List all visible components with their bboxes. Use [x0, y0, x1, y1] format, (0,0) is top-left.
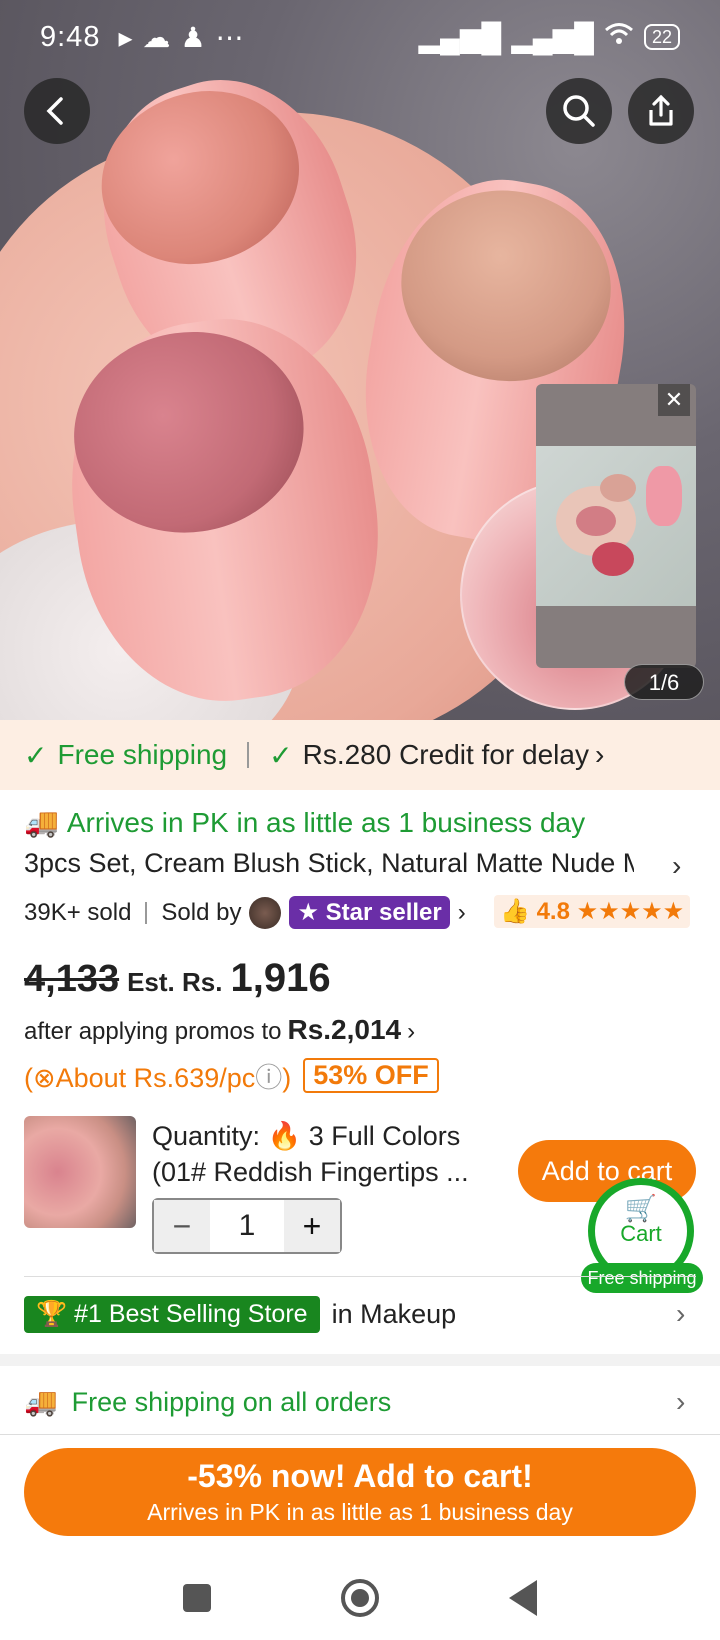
divider — [24, 1276, 696, 1277]
rating-badge[interactable]: 👍 4.8 ★★★★★ — [494, 895, 691, 928]
chevron-right-icon[interactable]: › — [672, 850, 681, 882]
free-shipping-all-text: Free shipping on all orders — [71, 1386, 392, 1417]
piece-icon: ⊗ — [33, 1063, 56, 1093]
variant-detail: (01# Reddish Fingertips ... — [152, 1157, 469, 1187]
variant-thumbnail[interactable] — [24, 1116, 136, 1228]
check-icon: ✓ — [24, 739, 48, 771]
per-piece-row: (⊗About Rs.639/pcⓘ) 53% OFF — [24, 1056, 696, 1095]
divider — [145, 901, 148, 924]
arrival-text: Arrives in PK in as little as 1 business… — [66, 806, 586, 838]
discount-badge: 53% OFF — [303, 1058, 439, 1093]
promo-text: after applying promos to — [24, 1018, 282, 1045]
cart-label: Cart — [620, 1221, 662, 1246]
cta-sub-text: Arrives in PK in as little as 1 business… — [147, 1499, 573, 1525]
store-category: in Makeup — [331, 1299, 457, 1329]
best-store-row[interactable]: 🏆 #1 Best Selling Store in Makeup — [24, 1296, 696, 1333]
divider — [0, 1434, 720, 1435]
chevron-right-icon: › — [457, 898, 466, 926]
star-seller-label: Star seller — [325, 899, 442, 926]
sold-count: 39K+ sold — [24, 898, 132, 926]
chevron-left-icon — [46, 97, 63, 125]
back-icon[interactable] — [509, 1580, 537, 1616]
quantity-value[interactable]: 1 — [210, 1200, 284, 1252]
promo-price: Rs.2,014 — [287, 1014, 402, 1045]
chevron-right-icon[interactable]: › — [676, 1298, 685, 1330]
seller-avatar — [249, 896, 282, 929]
add-to-cart-cta[interactable]: -53% now! Add to cart! Arrives in PK in … — [24, 1448, 696, 1536]
best-selling-text: #1 Best Selling Store — [74, 1300, 308, 1328]
chevron-right-icon[interactable]: › — [676, 1386, 685, 1418]
search-button[interactable] — [546, 78, 612, 144]
trophy-icon: 🏆 — [36, 1300, 68, 1328]
per-piece-text: About Rs.639/pc — [55, 1063, 256, 1093]
decrease-button[interactable]: − — [154, 1200, 210, 1252]
back-button[interactable] — [24, 78, 90, 144]
per-piece-price: (⊗About Rs.639/pcⓘ) — [24, 1063, 292, 1093]
swatch-video-popup[interactable]: ✕ — [536, 384, 696, 668]
image-counter: 1/6 — [624, 664, 704, 700]
star-rating-icon: ★★★★★ — [576, 898, 685, 925]
variant-name: 3 Full Colors — [308, 1121, 461, 1151]
credit-delay-label: Rs.280 Credit for delay — [302, 739, 589, 770]
section-divider — [0, 1354, 720, 1366]
play-icon: ▸ — [118, 21, 133, 53]
cta-main-text: -53% now! Add to cart! — [187, 1458, 533, 1494]
truck-icon: 🚚 — [24, 1387, 58, 1417]
flame-icon: 🔥 — [267, 1121, 302, 1151]
search-icon — [563, 95, 595, 127]
recents-icon[interactable] — [183, 1584, 211, 1612]
cart-free-shipping-badge: Free shipping — [581, 1263, 703, 1293]
cloud-icon: ☁ — [142, 21, 171, 53]
product-title[interactable]: 3pcs Set, Cream Blush Stick, Natural Mat… — [24, 848, 634, 879]
status-bar: 9:48 ▸ ☁ ♟ ⋯ ▂▄▆█ ▂▄▆█ 22 — [0, 0, 720, 74]
share-button[interactable] — [628, 78, 694, 144]
original-price: 4,133 — [24, 958, 120, 1000]
wifi-icon — [604, 21, 634, 53]
price-row: 4,133 Est. Rs. 1,916 — [24, 956, 696, 1001]
star-seller-badge: ★ Star seller — [289, 896, 450, 929]
ghost-icon: ♟ — [180, 21, 206, 53]
rating-value: 4.8 — [536, 898, 570, 925]
thumbs-up-icon: 👍 — [500, 898, 530, 925]
chevron-right-icon: › — [407, 1018, 416, 1045]
quantity-stepper[interactable]: − 1 + — [152, 1198, 342, 1254]
status-time: 9:48 — [40, 20, 101, 53]
variant-info[interactable]: Quantity: 🔥 3 Full Colors (01# Reddish F… — [152, 1118, 502, 1190]
signal-icon-2: ▂▄▆█ — [511, 21, 594, 53]
best-selling-badge: 🏆 #1 Best Selling Store — [24, 1296, 320, 1333]
chevron-right-icon: › — [594, 739, 605, 770]
signal-icon: ▂▄▆█ — [418, 21, 502, 53]
quantity-label: Quantity: — [152, 1121, 261, 1151]
cart-icon: 🛒 — [624, 1193, 658, 1223]
floating-cart-button[interactable]: 🛒 Cart Free shipping — [581, 1178, 703, 1293]
sold-by-label: Sold by — [161, 898, 242, 926]
help-icon[interactable]: ⓘ — [255, 1063, 282, 1093]
truck-icon: 🚚 — [24, 807, 59, 838]
close-popup-icon[interactable]: ✕ — [658, 384, 690, 416]
free-shipping-label: Free shipping — [57, 739, 228, 770]
arrival-info: 🚚 Arrives in PK in as little as 1 busine… — [24, 806, 696, 839]
est-label: Est. Rs. — [127, 967, 223, 997]
divider — [247, 742, 250, 768]
free-shipping-all-row[interactable]: 🚚 Free shipping on all orders — [24, 1386, 696, 1418]
shipping-banner[interactable]: ✓ Free shipping ✓ Rs.280 Credit for dela… — [0, 720, 720, 790]
product-image-gallery[interactable]: 9:48 ▸ ☁ ♟ ⋯ ▂▄▆█ ▂▄▆█ 22 ✕ 1/6 — [0, 0, 720, 720]
swatch-preview-image — [536, 446, 696, 606]
increase-button[interactable]: + — [284, 1200, 340, 1252]
more-dots-icon: ⋯ — [215, 21, 244, 53]
share-icon — [649, 94, 673, 126]
system-nav-bar — [0, 1556, 720, 1640]
promo-row[interactable]: after applying promos to Rs.2,014 › — [24, 1014, 696, 1046]
home-icon[interactable] — [341, 1579, 379, 1617]
check-icon: ✓ — [269, 739, 293, 771]
sale-price: 1,916 — [230, 956, 331, 1000]
battery-icon: 22 — [643, 24, 680, 50]
